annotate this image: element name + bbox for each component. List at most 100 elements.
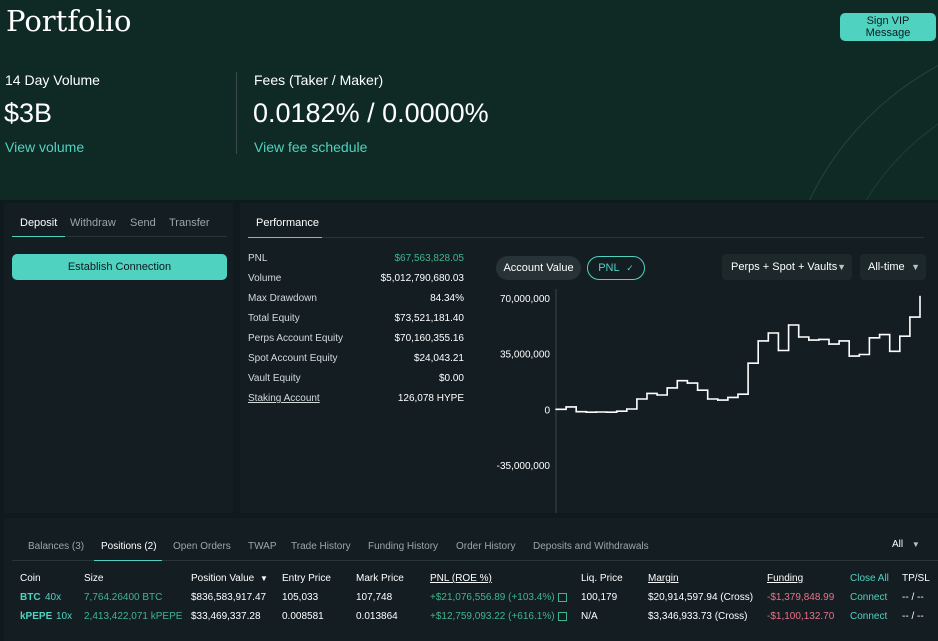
row-pnl: +$21,076,556.89 (+103.4%) [430,592,567,603]
tab-withdraw[interactable]: Withdraw [70,217,116,229]
perf-label: Volume [248,273,282,284]
perf-row-vault-equity: Vault Equity $0.00 [248,373,464,387]
share-icon[interactable] [557,611,567,621]
pnl-data-point [747,362,749,364]
pnl-data-point [777,349,780,352]
row-connect-button[interactable]: Connect [850,592,887,603]
tabs-divider [162,560,938,561]
pnl-data-point [878,333,881,336]
perf-row-volume: Volume $5,012,790,680.03 [248,273,464,287]
check-icon: ✓ [626,263,634,273]
perf-row-perps-equity: Perps Account Equity $70,160,355.16 [248,333,464,347]
perf-label: Total Equity [248,313,300,324]
row-coin[interactable]: BTC [20,592,41,603]
pnl-data-point [727,396,729,399]
pnl-data-point [868,337,871,339]
perf-label: Perps Account Equity [248,333,344,344]
tab-balances[interactable]: Balances (3) [28,541,84,552]
pnl-data-point [696,389,699,391]
col-size: Size [84,573,104,584]
pnl-data-point [797,336,800,338]
tab-funding-history[interactable]: Funding History [368,541,438,552]
sign-vip-message-button[interactable]: Sign VIP Message [840,13,936,41]
tab-deposit[interactable]: Deposit [20,217,57,229]
tab-twap[interactable]: TWAP [248,541,277,552]
row-connect-button[interactable]: Connect [850,611,887,622]
row-entry-price: 105,033 [282,592,319,603]
tab-transfer[interactable]: Transfer [169,217,210,229]
pnl-data-point [585,411,588,413]
staking-account-link[interactable]: Staking Account [248,393,320,404]
volume-value: $3B [4,98,53,128]
y-tick-label: 0 [544,405,550,416]
pnl-data-point [909,316,911,318]
account-actions-panel: Deposit Withdraw Send Transfer Establish… [4,203,233,513]
account-value-toggle[interactable]: Account Value [496,256,581,280]
volume-label: 14 Day Volume [5,72,100,88]
row-margin: $20,914,597.94 (Cross) [648,592,754,603]
pnl-data-point [787,324,790,326]
pnl-toggle-label: PNL [598,262,620,274]
pnl-data-point [626,408,628,410]
y-tick-label: 35,000,000 [500,350,550,361]
view-fee-schedule-link[interactable]: View fee schedule [254,139,367,155]
pnl-toggle[interactable]: PNL ✓ [587,256,645,280]
active-tab-underline [94,560,162,561]
row-position-value: $33,469,337.28 [191,611,261,622]
tab-open-orders[interactable]: Open Orders [173,541,231,552]
row-position-value: $836,583,917.47 [191,592,267,603]
share-icon[interactable] [557,592,567,602]
performance-panel: Performance PNL $67,563,828.05 Volume $5… [240,203,938,513]
col-funding[interactable]: Funding [767,573,803,584]
pnl-data-point [848,355,850,357]
filter-select-value: All [892,539,904,550]
row-size: 7,764.26400 BTC [84,592,163,603]
view-volume-link[interactable]: View volume [5,139,84,155]
row-entry-price: 0.008581 [282,611,324,622]
row-coin[interactable]: kPEPE [20,611,52,622]
active-tab-underline [248,237,322,238]
tab-trade-history[interactable]: Trade History [291,541,351,552]
tab-send[interactable]: Send [130,217,156,229]
tab-positions[interactable]: Positions (2) [101,541,157,552]
perf-value: 126,078 HYPE [397,393,464,404]
tab-performance[interactable]: Performance [256,217,319,229]
chevron-down-icon: ▼ [837,262,846,272]
perf-value: $24,043.21 [413,353,464,364]
pnl-data-point [676,379,679,382]
filter-select[interactable]: All ▼ [892,539,920,550]
range-select[interactable]: All-time ▼ [860,254,926,280]
sort-chevron-icon: ▼ [259,574,268,583]
pnl-data-point [605,411,608,413]
col-position-value[interactable]: Position Value ▼ [191,573,268,584]
tabs-divider [12,560,94,561]
pnl-data-point [666,387,668,389]
row-liq-price: N/A [581,611,598,622]
pnl-data-point [737,393,739,395]
stats-divider [236,72,237,154]
pnl-data-point [686,382,689,384]
tab-deposits-withdrawals[interactable]: Deposits and Withdrawals [533,541,649,552]
perf-row-total-equity: Total Equity $73,521,181.40 [248,313,464,327]
perf-row-pnl: PNL $67,563,828.05 [248,253,464,267]
tab-order-history[interactable]: Order History [456,541,515,552]
establish-connection-button[interactable]: Establish Connection [12,254,227,280]
pnl-data-point [706,398,709,400]
col-pnl[interactable]: PNL (ROE %) [430,573,492,584]
range-select-value: All-time [868,261,905,273]
col-position-value-label: Position Value [191,573,255,584]
perf-label: PNL [248,253,268,264]
y-tick-label: -35,000,000 [497,461,551,472]
page-title: Portfolio [6,4,132,38]
pnl-data-point [595,411,598,413]
close-all-button[interactable]: Close All [850,573,889,584]
col-margin[interactable]: Margin [648,573,679,584]
pnl-data-point [636,398,638,400]
row-pnl-value: +$21,076,556.89 (+103.4%) [430,592,555,603]
col-tpsl: TP/SL [902,573,930,584]
scope-select[interactable]: Perps + Spot + Vaults ▼ [722,254,852,280]
col-coin: Coin [20,573,41,584]
perf-row-max-drawdown: Max Drawdown 84.34% [248,293,464,307]
perf-label: Max Drawdown [248,293,317,304]
pnl-data-point [565,406,567,408]
